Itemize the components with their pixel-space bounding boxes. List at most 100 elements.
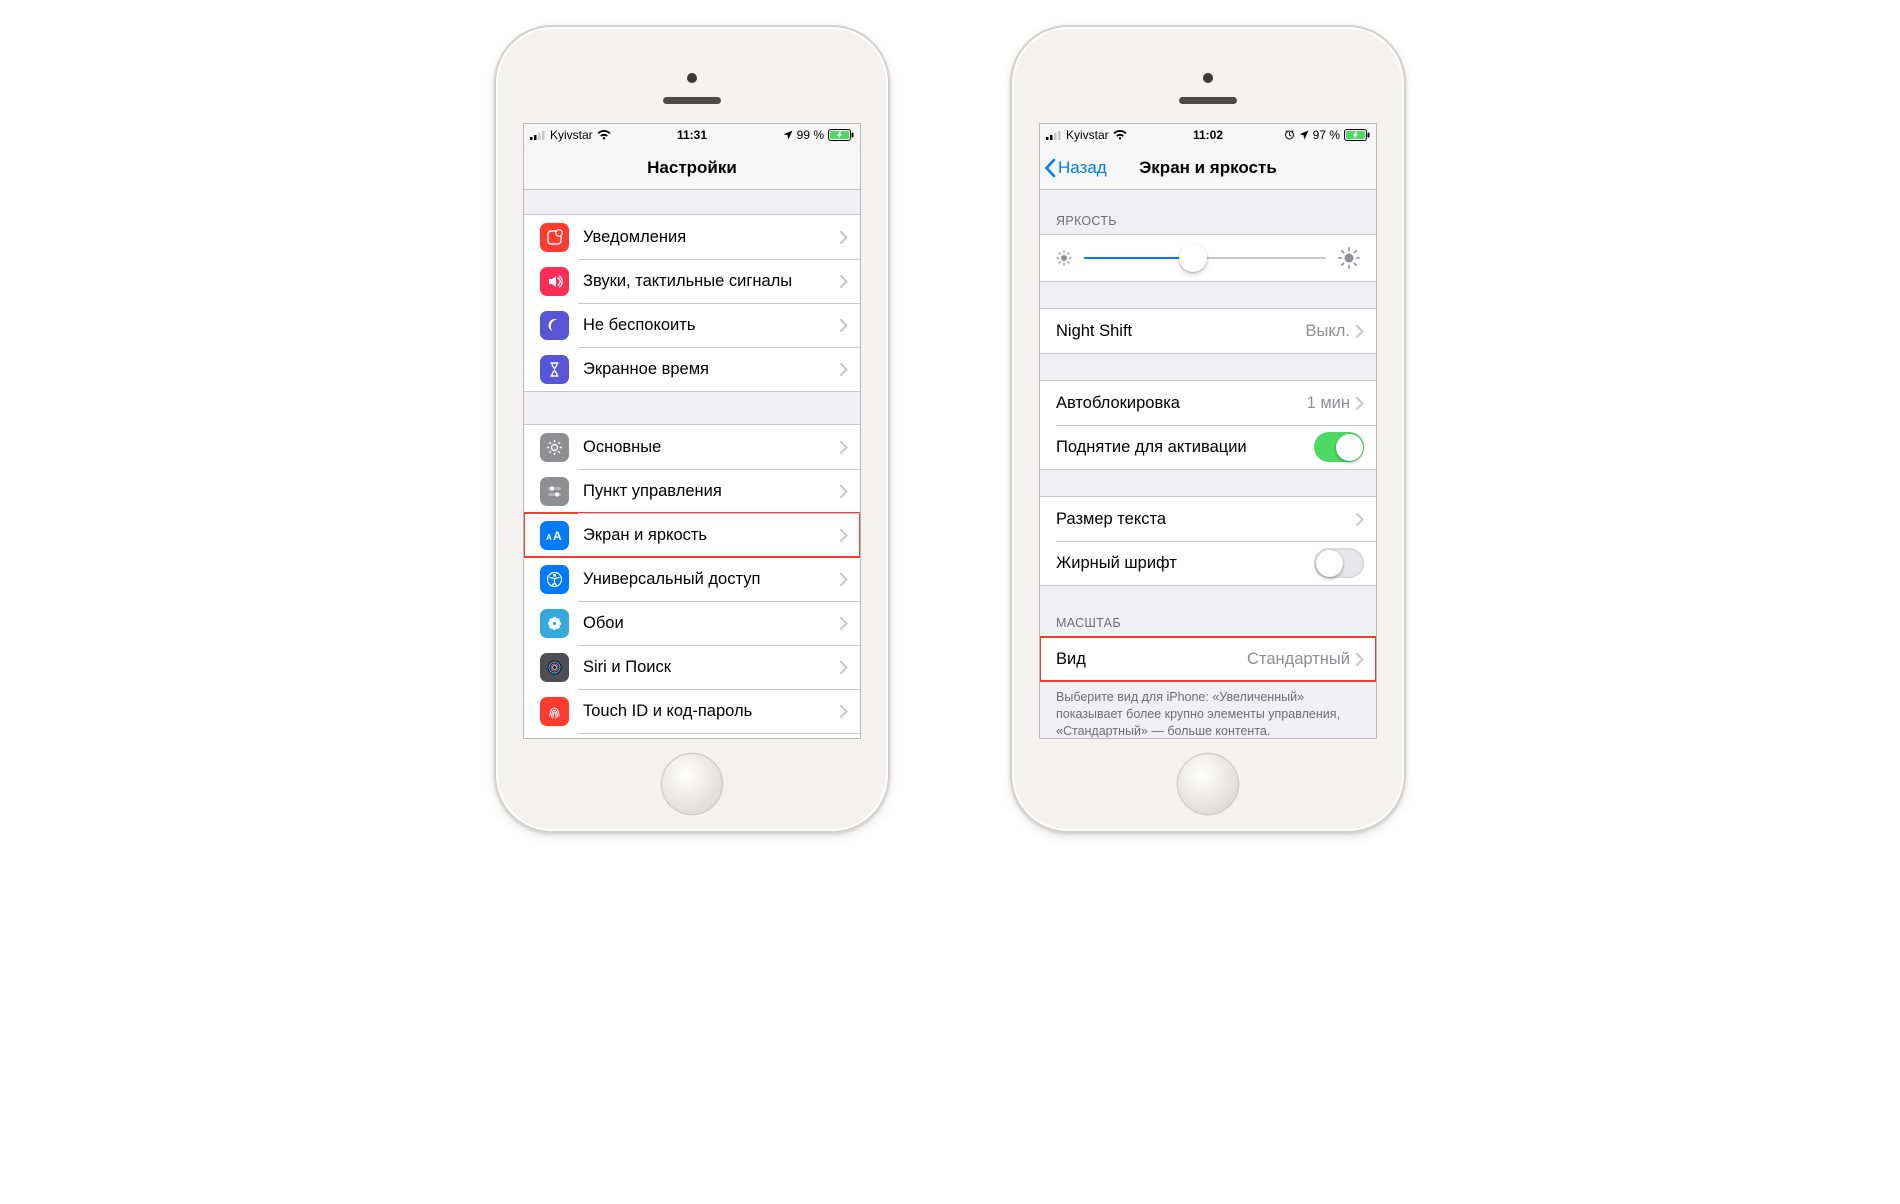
earpiece: [1179, 97, 1237, 104]
section-footer-zoom: Выберите вид для iPhone: «Увеличенный» п…: [1040, 682, 1376, 738]
sun-small-icon: [1056, 250, 1072, 266]
row-control-center[interactable]: Пункт управления: [524, 469, 860, 513]
row-label: Не беспокоить: [583, 316, 840, 335]
row-siri[interactable]: Siri и Поиск: [524, 645, 860, 689]
signal-icon: [1046, 130, 1062, 140]
signal-icon: [530, 130, 546, 140]
row-value: Стандартный: [1247, 650, 1350, 669]
iphone-right: Kyivstar 11:02 97 %: [1010, 25, 1406, 833]
toggle-bold-text[interactable]: [1314, 548, 1364, 578]
chevron-left-icon: [1044, 158, 1056, 178]
location-icon: [783, 130, 793, 140]
carrier-label: Kyivstar: [1066, 128, 1109, 142]
chevron-right-icon: [840, 617, 848, 630]
row-dnd[interactable]: Не беспокоить: [524, 303, 860, 347]
chevron-right-icon: [840, 231, 848, 244]
fingerprint-icon: [540, 697, 569, 726]
row-label: Обои: [583, 614, 840, 633]
svg-text:A: A: [546, 533, 552, 542]
sliders-icon: [540, 477, 569, 506]
display-settings-list[interactable]: ЯРКОСТЬ: [1040, 190, 1376, 738]
sun-large-icon: [1338, 247, 1360, 269]
toggle-raise-to-wake[interactable]: [1314, 432, 1364, 462]
row-label: Автоблокировка: [1056, 394, 1307, 413]
status-bar: Kyivstar 11:31 99 %: [524, 124, 860, 146]
chevron-right-icon: [1356, 397, 1364, 410]
front-camera: [687, 73, 697, 83]
row-notifications[interactable]: Уведомления: [524, 215, 860, 259]
row-accessibility[interactable]: Универсальный доступ: [524, 557, 860, 601]
notifications-icon: [540, 223, 569, 252]
chevron-right-icon: [840, 363, 848, 376]
hourglass-icon: [540, 355, 569, 384]
row-text-size[interactable]: Размер текста: [1040, 497, 1376, 541]
row-sos[interactable]: SOS Экстренный вызов — SOS: [524, 733, 860, 738]
svg-text:A: A: [553, 529, 562, 543]
row-label: Жирный шрифт: [1056, 554, 1314, 573]
row-label: Touch ID и код-пароль: [583, 702, 840, 721]
row-label: Универсальный доступ: [583, 570, 840, 589]
row-label: Night Shift: [1056, 322, 1306, 341]
screen-settings-root: Kyivstar 11:31 99 % Настройки: [523, 123, 861, 739]
row-touchid[interactable]: Touch ID и код-пароль: [524, 689, 860, 733]
row-view[interactable]: Вид Стандартный: [1040, 637, 1376, 681]
home-button[interactable]: [1177, 753, 1239, 815]
chevron-right-icon: [840, 441, 848, 454]
row-autolock[interactable]: Автоблокировка 1 мин: [1040, 381, 1376, 425]
chevron-right-icon: [840, 705, 848, 718]
slider-thumb[interactable]: [1179, 244, 1207, 272]
row-label: Основные: [583, 438, 840, 457]
row-value: Выкл.: [1306, 322, 1350, 341]
nav-title: Настройки: [647, 158, 737, 178]
row-screentime[interactable]: Экранное время: [524, 347, 860, 391]
chevron-right-icon: [1356, 325, 1364, 338]
chevron-right-icon: [840, 661, 848, 674]
siri-icon: [540, 653, 569, 682]
textsize-icon: AA: [540, 521, 569, 550]
settings-list[interactable]: Уведомления Звуки, тактильные сигналы: [524, 190, 860, 738]
home-button[interactable]: [661, 753, 723, 815]
row-general[interactable]: Основные: [524, 425, 860, 469]
row-label: Размер текста: [1056, 510, 1356, 529]
battery-pct: 99 %: [797, 128, 824, 142]
row-bold-text[interactable]: Жирный шрифт: [1040, 541, 1376, 585]
brightness-slider-row: [1040, 235, 1376, 281]
row-value: 1 мин: [1307, 394, 1350, 413]
battery-charging-icon: [828, 129, 854, 141]
gear-icon: [540, 433, 569, 462]
row-sounds[interactable]: Звуки, тактильные сигналы: [524, 259, 860, 303]
section-header-brightness: ЯРКОСТЬ: [1040, 214, 1376, 234]
wifi-icon: [597, 130, 611, 140]
screen-display-brightness: Kyivstar 11:02 97 %: [1039, 123, 1377, 739]
moon-icon: [540, 311, 569, 340]
location-icon: [1299, 130, 1309, 140]
chevron-right-icon: [840, 275, 848, 288]
back-label: Назад: [1058, 158, 1107, 178]
row-raise-to-wake[interactable]: Поднятие для активации: [1040, 425, 1376, 469]
chevron-right-icon: [840, 529, 848, 542]
carrier-label: Kyivstar: [550, 128, 593, 142]
iphone-left: Kyivstar 11:31 99 % Настройки: [494, 25, 890, 833]
clock: 11:31: [677, 128, 707, 142]
front-camera: [1203, 73, 1213, 83]
row-wallpaper[interactable]: Обои: [524, 601, 860, 645]
row-night-shift[interactable]: Night Shift Выкл.: [1040, 309, 1376, 353]
accessibility-icon: [540, 565, 569, 594]
row-label: Поднятие для активации: [1056, 438, 1314, 457]
clock: 11:02: [1193, 128, 1223, 142]
brightness-slider[interactable]: [1084, 257, 1326, 259]
status-bar: Kyivstar 11:02 97 %: [1040, 124, 1376, 146]
chevron-right-icon: [840, 573, 848, 586]
nav-bar: Настройки: [524, 146, 860, 190]
chevron-right-icon: [840, 319, 848, 332]
nav-bar: Назад Экран и яркость: [1040, 146, 1376, 190]
back-button[interactable]: Назад: [1044, 146, 1107, 190]
section-header-zoom: МАСШТАБ: [1040, 616, 1376, 636]
row-label: Экранное время: [583, 360, 840, 379]
row-label: Siri и Поиск: [583, 658, 840, 677]
row-display-brightness[interactable]: AA Экран и яркость: [524, 513, 860, 557]
row-label: Звуки, тактильные сигналы: [583, 272, 840, 291]
sounds-icon: [540, 267, 569, 296]
chevron-right-icon: [840, 485, 848, 498]
row-label: Экран и яркость: [583, 526, 840, 545]
